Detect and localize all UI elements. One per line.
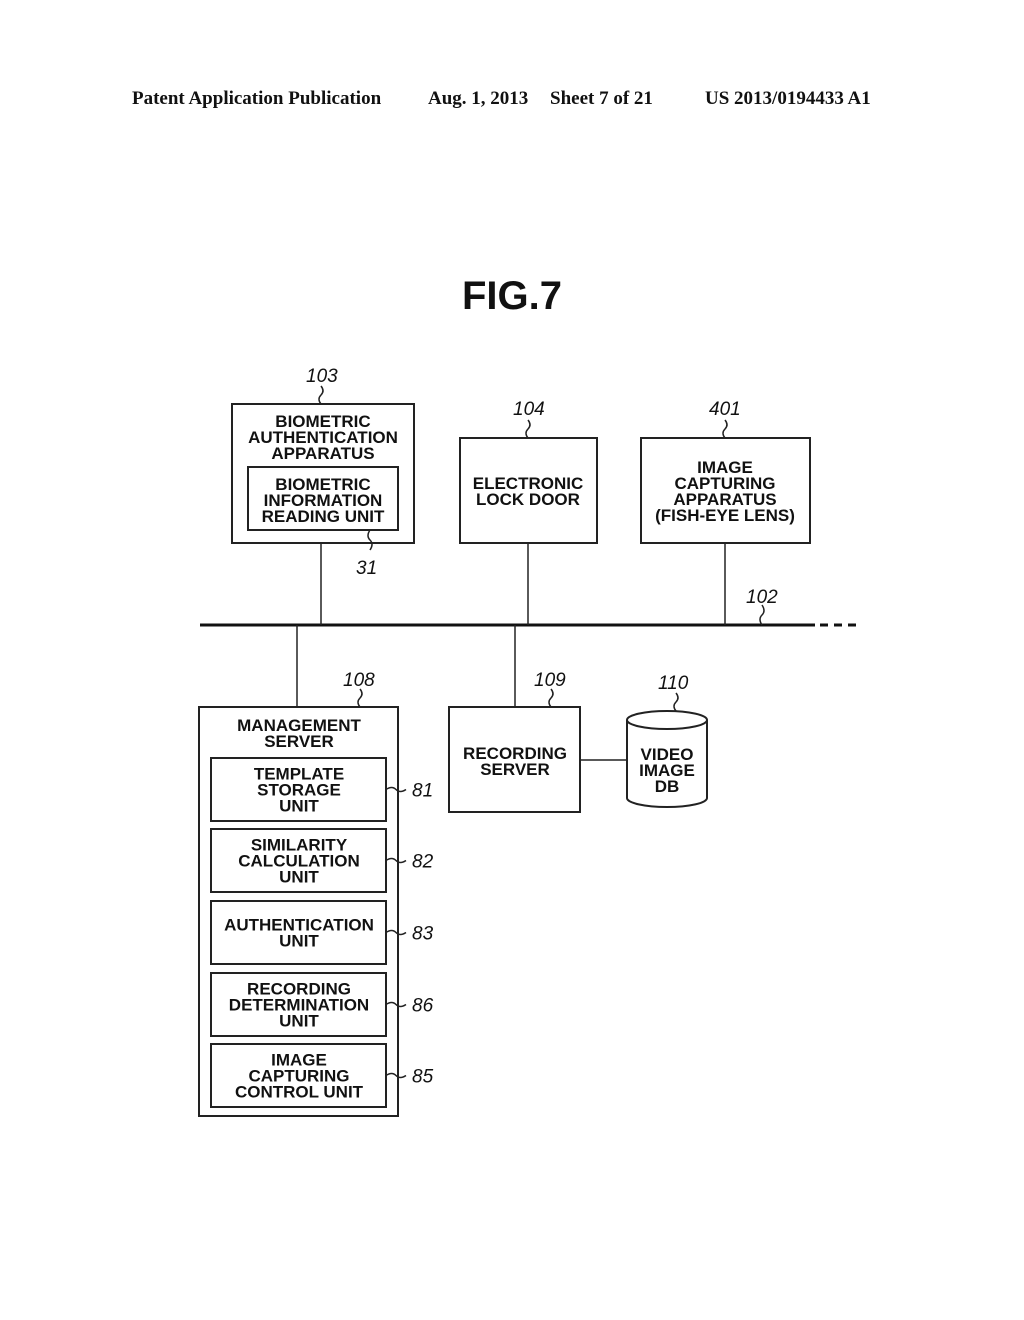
- unit-box: RECORDINGDETERMINATIONUNIT86: [210, 972, 434, 1037]
- label-line: LOCK DOOR: [476, 490, 580, 509]
- leader-110: [673, 692, 679, 712]
- ref-103: 103: [306, 366, 338, 387]
- unit-box: SIMILARITYCALCULATIONUNIT82: [210, 828, 434, 893]
- ref-102: 102: [746, 587, 778, 608]
- ref-82: 82: [412, 852, 434, 873]
- label-line: UNIT: [279, 797, 319, 816]
- ref-85: 85: [412, 1067, 434, 1088]
- electronic-lock-door: 104 ELECTRONIC LOCK DOOR: [459, 399, 598, 544]
- ref-31: 31: [356, 558, 377, 579]
- biometric-authentication-apparatus: 103 BIOMETRIC AUTHENTICATION APPARATUS B…: [231, 366, 415, 579]
- video-image-db: 110 VIDEO IMAGE DB: [626, 673, 708, 808]
- block-diagram: 102 103 BIOMETRIC AUTHENTICATION APPARAT…: [198, 366, 860, 1117]
- leader-109: [548, 688, 554, 708]
- ref-83: 83: [412, 924, 434, 945]
- management-server-units: TEMPLATESTORAGEUNIT81SIMILARITYCALCULATI…: [210, 757, 434, 1108]
- ref-109: 109: [534, 670, 566, 691]
- ref-86: 86: [412, 996, 434, 1017]
- label-line: UNIT: [279, 1012, 319, 1031]
- label-line: DB: [655, 777, 680, 796]
- unit-box: IMAGECAPTURINGCONTROL UNIT85: [210, 1043, 434, 1108]
- leader-401: [722, 419, 728, 439]
- label-line: SERVER: [480, 760, 550, 779]
- unit-box: TEMPLATESTORAGEUNIT81: [210, 757, 433, 822]
- leader-108: [357, 688, 363, 708]
- label-line: APPARATUS: [271, 444, 374, 463]
- label-line: (FISH-EYE LENS): [655, 506, 795, 525]
- leader-102: [759, 604, 765, 626]
- label-line: READING UNIT: [262, 507, 385, 526]
- ref-110: 110: [658, 673, 689, 694]
- label-line: SERVER: [264, 732, 334, 751]
- label-line: UNIT: [279, 868, 319, 887]
- ref-81: 81: [412, 781, 433, 802]
- ref-401: 401: [709, 399, 741, 420]
- label-line: UNIT: [279, 932, 319, 951]
- unit-box: AUTHENTICATIONUNIT 83: [210, 900, 434, 965]
- image-capturing-apparatus: 401 IMAGE CAPTURING APPARATUS (FISH-EYE …: [640, 399, 811, 544]
- ref-104: 104: [513, 399, 545, 420]
- label-line: CONTROL UNIT: [235, 1083, 364, 1102]
- leader-103: [318, 385, 324, 405]
- ref-108: 108: [343, 670, 375, 691]
- leader-104: [525, 419, 531, 439]
